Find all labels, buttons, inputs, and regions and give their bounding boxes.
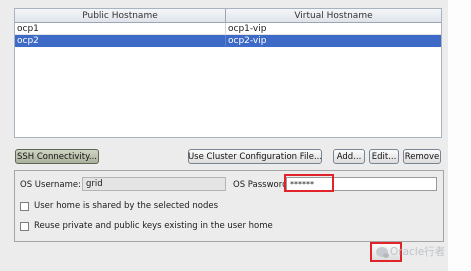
- ssh-connectivity-button[interactable]: SSH Connectivity...: [15, 149, 99, 164]
- hostname-table[interactable]: Public Hostname Virtual Hostname ocp1 oc…: [14, 8, 442, 138]
- reuse-keys-option[interactable]: Reuse private and public keys existing i…: [20, 221, 273, 231]
- edit-button[interactable]: Edit...: [369, 149, 399, 164]
- virtual-hostname-cell[interactable]: ocp1-vip: [226, 23, 441, 34]
- remove-button[interactable]: Remove: [403, 149, 441, 164]
- reuse-keys-checkbox[interactable]: [20, 221, 29, 231]
- os-username-field[interactable]: grid: [82, 177, 226, 191]
- use-cluster-config-file-button[interactable]: Use Cluster Configuration File...: [188, 149, 322, 164]
- watermark-text: Oracle行者: [390, 246, 446, 258]
- os-password-field[interactable]: ******: [286, 177, 437, 191]
- add-button[interactable]: Add...: [333, 149, 365, 164]
- table-row[interactable]: ocp1 ocp1-vip: [15, 23, 441, 35]
- column-header-virtual-hostname[interactable]: Virtual Hostname: [226, 9, 441, 22]
- window-edge: [448, 0, 471, 271]
- public-hostname-cell[interactable]: ocp2: [15, 35, 226, 46]
- os-password-label: OS Password: [233, 180, 288, 190]
- os-username-label: OS Username:: [20, 180, 81, 190]
- public-hostname-cell[interactable]: ocp1: [15, 23, 226, 34]
- virtual-hostname-cell[interactable]: ocp2-vip: [226, 35, 441, 46]
- column-header-public-hostname[interactable]: Public Hostname: [15, 9, 226, 22]
- wechat-icon: [376, 246, 389, 258]
- table-header: Public Hostname Virtual Hostname: [15, 9, 441, 23]
- shared-home-option[interactable]: User home is shared by the selected node…: [20, 201, 218, 211]
- cluster-node-dialog: Public Hostname Virtual Hostname ocp1 oc…: [0, 0, 471, 271]
- shared-home-checkbox[interactable]: [20, 201, 29, 211]
- shared-home-label: User home is shared by the selected node…: [34, 201, 219, 211]
- reuse-keys-label: Reuse private and public keys existing i…: [34, 221, 273, 231]
- watermark: Oracle行者: [376, 244, 445, 259]
- table-row-selected[interactable]: ocp2 ocp2-vip: [15, 35, 441, 47]
